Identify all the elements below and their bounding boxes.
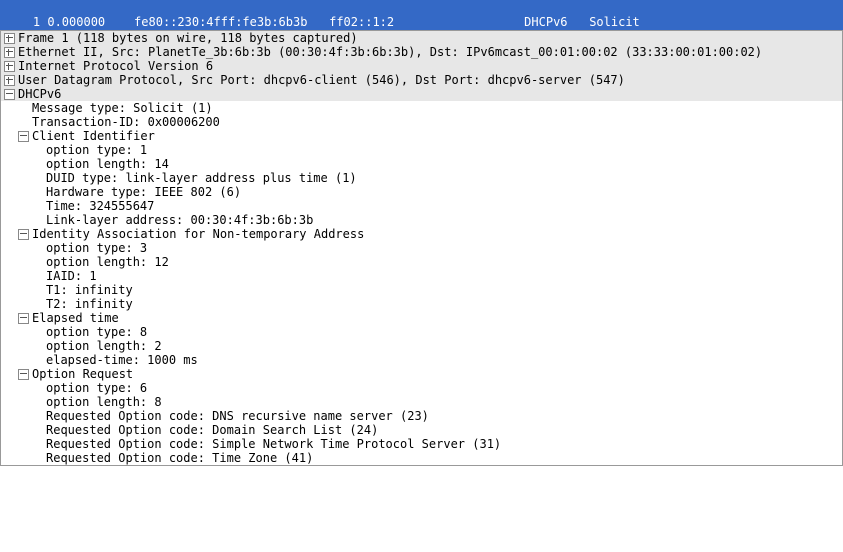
opt-len: option length: 2 [46,339,162,353]
field-row[interactable]: Link-layer address: 00:30:4f:3b:6b:3b [29,213,842,227]
field-row[interactable]: option length: 2 [29,339,842,353]
field-row[interactable]: IAID: 1 [29,269,842,283]
opt-len: option length: 12 [46,255,169,269]
field-row[interactable]: T2: infinity [29,297,842,311]
field-row[interactable]: option length: 14 [29,157,842,171]
packet-row-text: 1 0.000000 fe80::230:4fff:fe3b:6b3b ff02… [18,15,639,29]
req-opt: Requested Option code: Domain Search Lis… [46,423,378,437]
txid-field: Transaction-ID: 0x00006200 [32,115,220,129]
field-row[interactable]: option type: 8 [29,325,842,339]
oro-header-row[interactable]: Option Request [15,367,842,381]
collapse-icon[interactable] [18,229,29,240]
opt-len: option length: 8 [46,395,162,409]
field-row[interactable]: Message type: Solicit (1) [15,101,842,115]
opt-type: option type: 6 [46,381,147,395]
field-row[interactable]: option type: 6 [29,381,842,395]
field-row[interactable]: elapsed-time: 1000 ms [29,353,842,367]
ipv6-header-row[interactable]: Internet Protocol Version 6 [1,59,842,73]
packet-list-row[interactable]: 1 0.000000 fe80::230:4fff:fe3b:6b3b ff02… [0,0,843,30]
iana-header-row[interactable]: Identity Association for Non-temporary A… [15,227,842,241]
dhcpv6-header: DHCPv6 [18,87,61,101]
elapsed-header: Elapsed time [32,311,119,325]
clientid-header-row[interactable]: Client Identifier [15,129,842,143]
collapse-icon[interactable] [4,89,15,100]
field-row[interactable]: option type: 3 [29,241,842,255]
field-row[interactable]: Requested Option code: DNS recursive nam… [29,409,842,423]
frame-header: Frame 1 (118 bytes on wire, 118 bytes ca… [18,31,358,45]
field-row[interactable]: DUID type: link-layer address plus time … [29,171,842,185]
iaid: IAID: 1 [46,269,97,283]
field-row[interactable]: option length: 12 [29,255,842,269]
udp-header: User Datagram Protocol, Src Port: dhcpv6… [18,73,625,87]
req-opt: Requested Option code: Time Zone (41) [46,451,313,465]
ethernet-header: Ethernet II, Src: PlanetTe_3b:6b:3b (00:… [18,45,762,59]
dhcpv6-header-row[interactable]: DHCPv6 [1,87,842,101]
field-row[interactable]: Requested Option code: Domain Search Lis… [29,423,842,437]
msgtype-field: Message type: Solicit (1) [32,101,213,115]
opt-type: option type: 3 [46,241,147,255]
req-opt: Requested Option code: Simple Network Ti… [46,437,501,451]
lladdr: Link-layer address: 00:30:4f:3b:6b:3b [46,213,313,227]
expand-icon[interactable] [4,61,15,72]
opt-len: option length: 14 [46,157,169,171]
duid-type: DUID type: link-layer address plus time … [46,171,357,185]
collapse-icon[interactable] [18,369,29,380]
time: Time: 324555647 [46,199,154,213]
t2: T2: infinity [46,297,133,311]
opt-type: option type: 8 [46,325,147,339]
collapse-icon[interactable] [18,313,29,324]
collapse-icon[interactable] [18,131,29,142]
field-row[interactable]: Transaction-ID: 0x00006200 [15,115,842,129]
field-row[interactable]: T1: infinity [29,283,842,297]
packet-details-pane[interactable]: Frame 1 (118 bytes on wire, 118 bytes ca… [0,30,843,466]
ipv6-header: Internet Protocol Version 6 [18,59,213,73]
oro-header: Option Request [32,367,133,381]
opt-type: option type: 1 [46,143,147,157]
req-opt: Requested Option code: DNS recursive nam… [46,409,429,423]
clientid-header: Client Identifier [32,129,155,143]
t1: T1: infinity [46,283,133,297]
elapsed-value: elapsed-time: 1000 ms [46,353,198,367]
ethernet-header-row[interactable]: Ethernet II, Src: PlanetTe_3b:6b:3b (00:… [1,45,842,59]
expand-icon[interactable] [4,75,15,86]
field-row[interactable]: option type: 1 [29,143,842,157]
hw-type: Hardware type: IEEE 802 (6) [46,185,241,199]
field-row[interactable]: Requested Option code: Time Zone (41) [29,451,842,465]
udp-header-row[interactable]: User Datagram Protocol, Src Port: dhcpv6… [1,73,842,87]
field-row[interactable]: option length: 8 [29,395,842,409]
expand-icon[interactable] [4,47,15,58]
expand-icon[interactable] [4,33,15,44]
frame-header-row[interactable]: Frame 1 (118 bytes on wire, 118 bytes ca… [1,31,842,45]
field-row[interactable]: Time: 324555647 [29,199,842,213]
field-row[interactable]: Requested Option code: Simple Network Ti… [29,437,842,451]
elapsed-header-row[interactable]: Elapsed time [15,311,842,325]
field-row[interactable]: Hardware type: IEEE 802 (6) [29,185,842,199]
iana-header: Identity Association for Non-temporary A… [32,227,364,241]
